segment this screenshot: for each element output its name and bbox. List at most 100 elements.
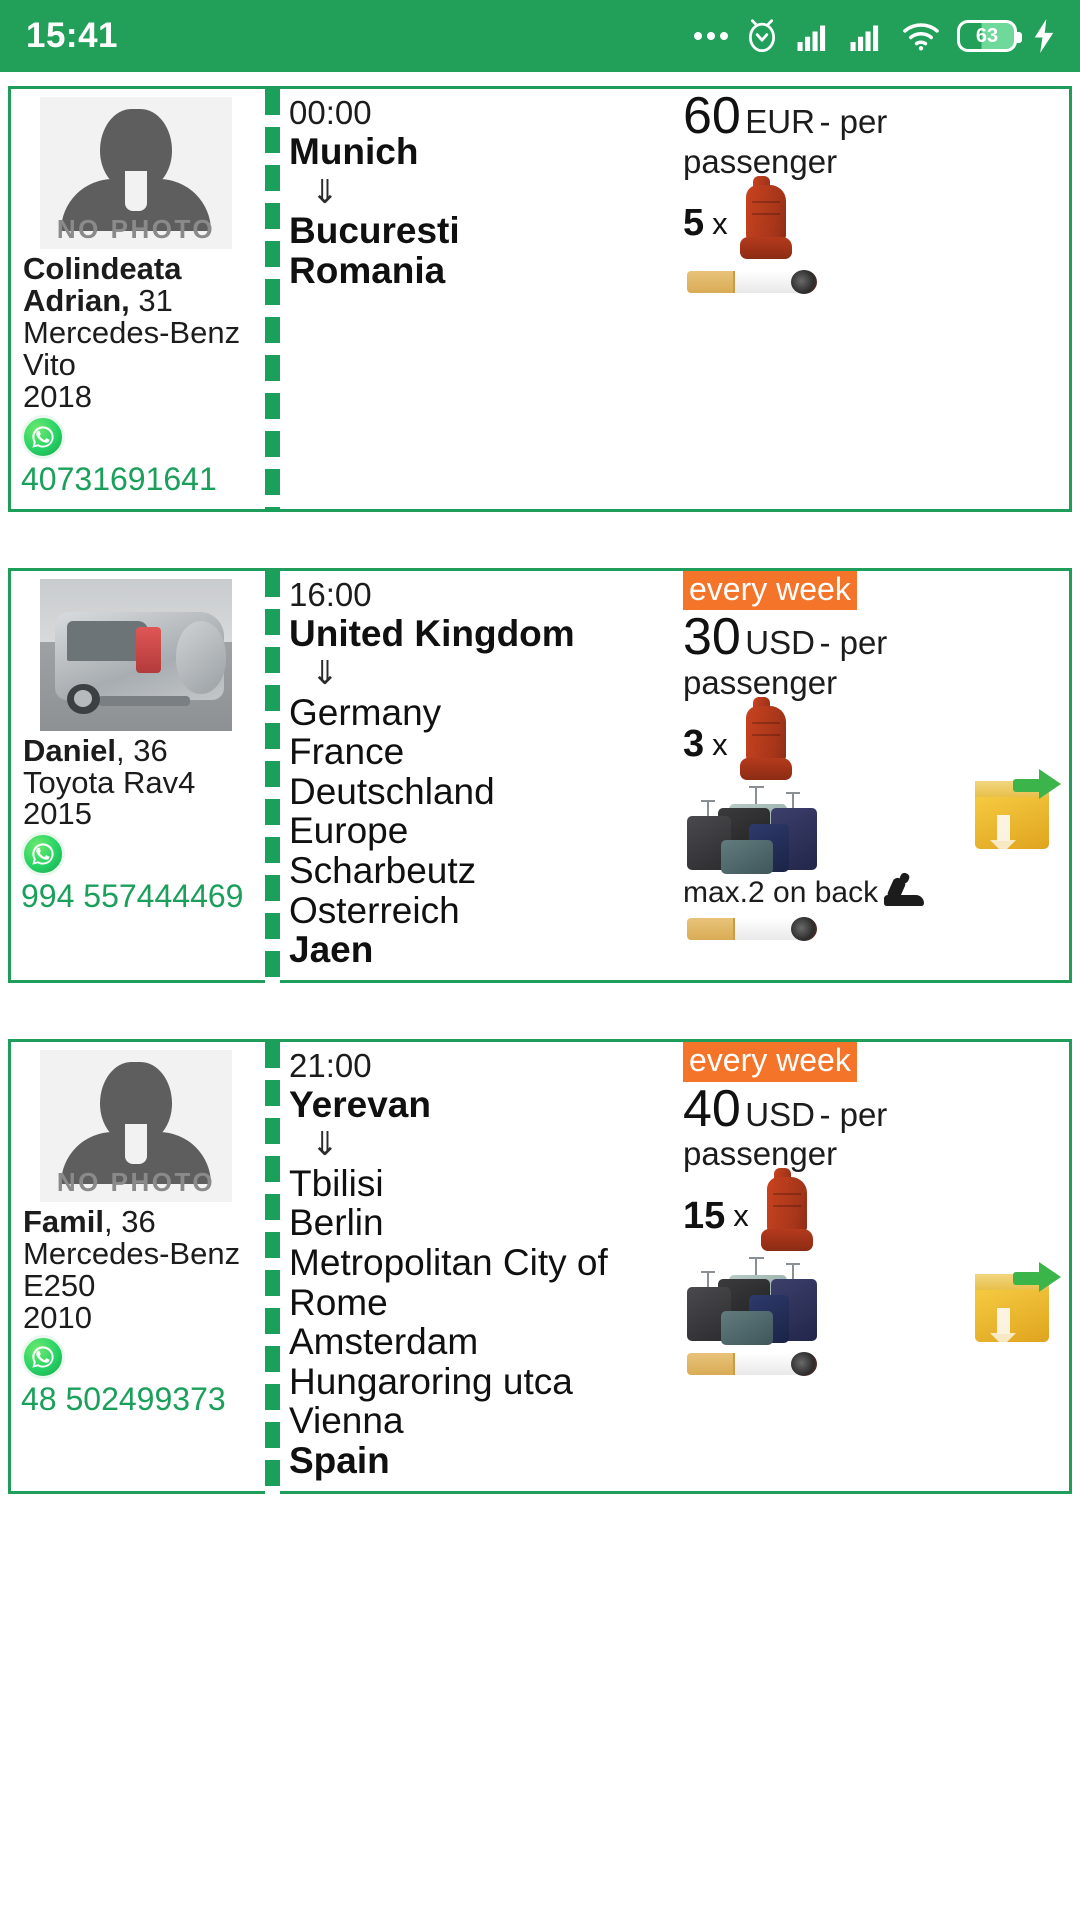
price-amenities-column[interactable]: 60 EUR - per passenger 5 x <box>669 89 1069 509</box>
available-seats-row: 15 x <box>669 1168 1065 1255</box>
whatsapp-icon[interactable] <box>21 414 65 459</box>
price-amenities-column[interactable]: every week 40 USD - per passenger 15 x <box>669 1041 1069 1491</box>
price-unit: - per <box>819 624 888 662</box>
car-seat-icon <box>736 175 794 263</box>
price-unit-second-line: passenger <box>683 664 838 702</box>
no-photo-label: NO PHOTO <box>56 1166 216 1197</box>
price-unit: - per <box>819 103 888 140</box>
car-seat-icon <box>757 1168 815 1255</box>
status-clock: 15:41 <box>26 16 119 55</box>
card-spacer <box>8 512 1072 554</box>
wifi-icon <box>903 23 939 51</box>
ride-list[interactable]: NO PHOTO Colindeata Adrian, 31 Mercedes-Be… <box>0 86 1080 1494</box>
route-stop: Deutschland <box>289 770 495 812</box>
ride-card[interactable]: Daniel, 36 Toyota Rav4 2015 994 557444469 16… <box>8 567 1072 983</box>
route-stop: France <box>289 731 405 773</box>
route-origin: Yerevan <box>289 1083 431 1125</box>
max-on-back-row: max.2 on back <box>669 871 1065 910</box>
whatsapp-icon[interactable] <box>21 832 65 877</box>
cigarette-icon <box>687 916 817 941</box>
reclining-seat-icon <box>884 871 925 908</box>
price-line: 40 USD - per <box>669 1081 1065 1137</box>
status-icon-tray: 63 <box>694 18 1054 54</box>
charging-bolt-icon <box>1034 19 1054 53</box>
departure-time: 21:00 <box>289 1046 372 1084</box>
driver-info-column[interactable]: NO PHOTO Famil, 36 Mercedes-Benz E250 2010 48… <box>11 1042 261 1491</box>
route-stop: Berlin <box>289 1202 384 1244</box>
route-destination: Spain <box>289 1439 390 1481</box>
whatsapp-icon[interactable] <box>21 1335 65 1380</box>
driver-info-column[interactable]: Daniel, 36 Toyota Rav4 2015 994 557444469 <box>11 571 261 980</box>
route-dashed-line <box>265 570 280 983</box>
luggage-icon <box>687 785 837 874</box>
route-column[interactable]: 00:00 Munich ⇓ Bucuresti Romania <box>261 89 669 512</box>
available-seats-row: 5x <box>669 175 1065 263</box>
route-stop: Europe <box>289 810 409 852</box>
whatsapp-contact-row[interactable]: 48 502499373 <box>17 1335 255 1419</box>
price-line: 30 USD - per <box>669 610 1065 665</box>
route-stop: Vienna <box>289 1400 404 1442</box>
driver-info-column[interactable]: NO PHOTO Colindeata Adrian, 31 Mercedes-Be… <box>11 89 261 509</box>
ride-card[interactable]: NO PHOTO Colindeata Adrian, 31 Mercedes-Be… <box>8 86 1072 512</box>
car-year: 2018 <box>23 378 92 414</box>
price-currency: USD <box>745 624 815 662</box>
price-unit-second-line: passenger <box>683 1135 838 1173</box>
driver-phone-number[interactable]: 40731691641 <box>21 459 217 499</box>
driver-name: Famil <box>23 1203 104 1239</box>
driver-phone-number[interactable]: 48 502499373 <box>21 1379 226 1419</box>
route-direction-arrow-icon: ⇓ <box>311 172 339 210</box>
price-amenities-column[interactable]: every week 30 USD - per passenger 3 x max.2 o… <box>669 570 1069 980</box>
driver-phone-number[interactable]: 994 557444469 <box>21 876 243 916</box>
car-make: Mercedes-Benz <box>23 1235 241 1271</box>
route-column[interactable]: 16:00 United Kingdom ⇓ Germany France Deutsch… <box>261 570 669 983</box>
driver-age: 36 <box>121 1203 156 1239</box>
route-stop: Metropolitan City of Rome <box>289 1242 608 1323</box>
driver-car-photo <box>40 578 232 731</box>
driver-name-line: Famil, 36 <box>23 1203 156 1239</box>
recurring-badge: every week <box>683 570 857 611</box>
route-stop: Germany <box>289 691 442 733</box>
whatsapp-contact-row[interactable]: 994 557444469 <box>17 832 255 916</box>
departure-time: 00:00 <box>289 94 372 131</box>
route-direction-arrow-icon: ⇓ <box>311 1125 339 1163</box>
price-unit-second-line: passenger <box>683 142 838 180</box>
alarm-clock-icon <box>748 19 776 53</box>
route-stop: Scharbeutz <box>289 850 477 892</box>
price-currency: EUR <box>745 103 815 140</box>
whatsapp-contact-row[interactable]: 40731691641 <box>17 414 255 499</box>
battery-icon: 63 <box>957 20 1022 52</box>
seat-count: 5 <box>683 202 705 245</box>
seat-multiplier-label: x <box>712 205 728 241</box>
route-destination: Bucuresti <box>289 210 460 252</box>
driver-name: Daniel <box>23 732 117 768</box>
seat-count: 15 <box>683 1194 726 1237</box>
parcel-delivery-icon[interactable] <box>975 1261 1061 1346</box>
luggage-icon <box>687 1257 837 1346</box>
cigarette-icon <box>687 1352 817 1377</box>
route-column[interactable]: 21:00 Yerevan ⇓ Tbilisi Berlin Metropolitan C… <box>261 1041 669 1494</box>
driver-no-photo-placeholder: NO PHOTO <box>40 97 232 249</box>
price-line: 60 EUR - per <box>669 89 1065 144</box>
price-amount: 30 <box>683 608 741 667</box>
departure-time: 16:00 <box>289 575 372 613</box>
route-stop: Osterreich <box>289 889 460 931</box>
route-destination: Romania <box>289 249 446 291</box>
ride-card[interactable]: NO PHOTO Famil, 36 Mercedes-Benz E250 2010 48… <box>8 1038 1072 1494</box>
seat-count: 3 <box>683 723 705 766</box>
car-year: 2015 <box>23 796 92 832</box>
driver-name-line: Colindeata Adrian, 31 <box>17 253 255 317</box>
car-model: Vito <box>23 346 76 382</box>
seat-multiplier-label: x <box>733 1198 749 1234</box>
car-make: Mercedes-Benz <box>23 314 241 350</box>
more-dots-icon <box>694 32 728 40</box>
price-unit: - per <box>819 1095 888 1133</box>
car-make: Toyota Rav4 <box>23 764 196 800</box>
route-dashed-line <box>265 89 280 512</box>
driver-age: 36 <box>133 732 168 768</box>
status-bar: 15:41 63 <box>0 0 1080 72</box>
signal-bars-icon <box>850 25 879 51</box>
card-spacer <box>8 983 1072 1025</box>
parcel-delivery-icon[interactable] <box>975 768 1061 853</box>
recurring-badge: every week <box>683 1041 857 1082</box>
route-stop: Hungaroring utca <box>289 1360 573 1402</box>
